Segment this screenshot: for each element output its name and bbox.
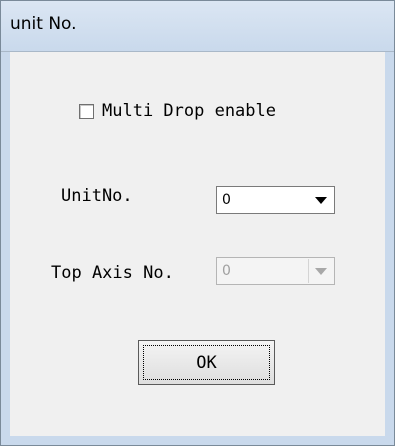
ok-button-label: OK: [196, 352, 217, 373]
unit-no-value: 0: [222, 192, 231, 208]
window-title: unit No.: [10, 14, 77, 34]
ok-button[interactable]: OK: [138, 340, 275, 385]
multi-drop-checkbox[interactable]: [79, 103, 94, 119]
window-frame-left: [1, 52, 10, 445]
window-frame-bottom: [1, 436, 394, 445]
chevron-down-icon: [315, 267, 327, 275]
top-axis-no-value: 0: [222, 263, 231, 279]
title-bar[interactable]: unit No.: [1, 1, 394, 52]
top-axis-no-dropdown-button: [308, 259, 333, 283]
chevron-down-icon: [315, 196, 327, 204]
unit-no-dropdown[interactable]: 0: [216, 186, 335, 214]
multi-drop-checkbox-row[interactable]: Multi Drop enable: [79, 101, 276, 121]
unit-no-label: UnitNo.: [61, 186, 133, 206]
unit-no-dropdown-button[interactable]: [309, 188, 333, 212]
multi-drop-label[interactable]: Multi Drop enable: [102, 101, 276, 121]
window-frame-right: [385, 52, 394, 445]
top-axis-no-label: Top Axis No.: [51, 263, 174, 283]
top-axis-no-dropdown: 0: [216, 257, 335, 285]
